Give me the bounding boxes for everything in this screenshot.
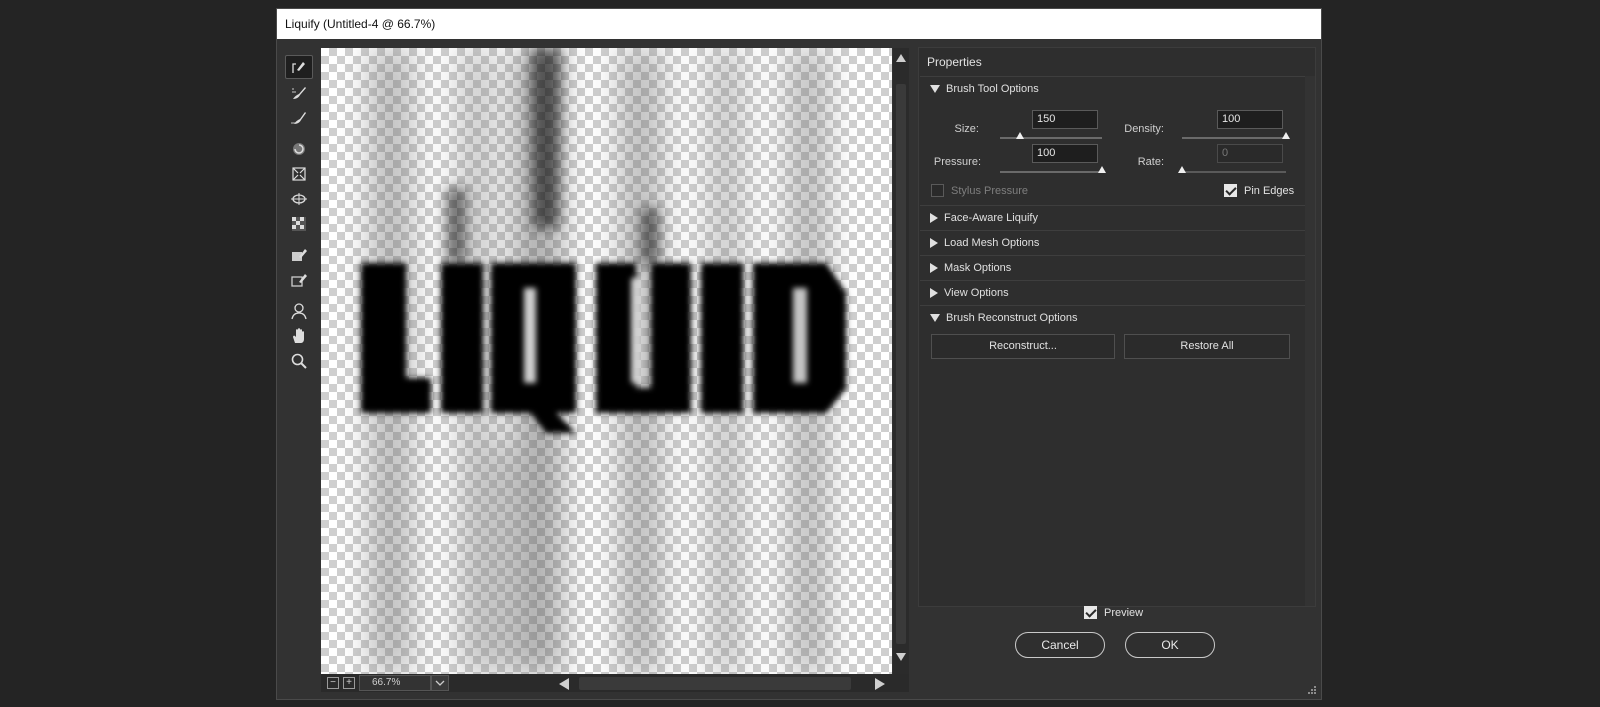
collapse-triangle-icon (930, 85, 940, 94)
chevron-down-icon (435, 680, 445, 686)
horizontal-scrollbar[interactable] (557, 677, 897, 690)
reconstruct-tool[interactable] (285, 81, 313, 105)
scroll-down-icon[interactable] (896, 653, 906, 661)
freeze-mask-tool[interactable] (285, 243, 313, 267)
vertical-scrollbar[interactable] (893, 48, 909, 688)
forward-warp-icon (292, 62, 305, 73)
zoom-icon (291, 353, 307, 369)
bloat-icon (291, 193, 307, 205)
rate-input[interactable]: 0 (1217, 144, 1283, 163)
liquify-dialog: Liquify (Untitled-4 @ 66.7%) − + 66.7% P… (276, 8, 1322, 700)
face-aware-liquify-header[interactable]: Face-Aware Liquify (920, 205, 1305, 230)
vertical-scroll-thumb[interactable] (896, 84, 906, 644)
scroll-left-icon[interactable] (559, 678, 569, 690)
preview-label: Preview (1104, 607, 1144, 619)
expand-triangle-icon (930, 213, 938, 224)
face-icon (291, 303, 307, 320)
freeze-mask-icon (292, 249, 307, 261)
pin-edges-checkbox[interactable] (1224, 184, 1237, 197)
scroll-up-icon[interactable] (896, 54, 906, 62)
reconstruct-button[interactable]: Reconstruct... (931, 334, 1115, 359)
bloat-tool[interactable] (285, 187, 313, 211)
pressure-input[interactable]: 100 (1032, 144, 1098, 163)
density-label: Density: (1124, 123, 1164, 135)
push-left-icon (292, 217, 306, 231)
smooth-brush-icon (291, 112, 306, 124)
expand-triangle-icon (930, 263, 938, 274)
twirl-icon (293, 143, 305, 155)
pucker-tool[interactable] (285, 162, 313, 186)
size-input[interactable]: 150 (1032, 110, 1098, 129)
ok-button[interactable]: OK (1125, 632, 1215, 658)
brush-tool-options-header[interactable]: Brush Tool Options (920, 76, 1305, 101)
rate-slider[interactable] (1182, 171, 1286, 173)
preview-checkbox[interactable] (1084, 606, 1097, 619)
pressure-label: Pressure: (933, 156, 981, 168)
stylus-pressure-label: Stylus Pressure (951, 185, 1029, 197)
rate-label: Rate: (1137, 156, 1164, 168)
density-slider[interactable] (1182, 137, 1286, 139)
liquid-artwork (361, 48, 846, 674)
canvas-statusbar: − + 66.7% (321, 674, 909, 692)
push-left-tool[interactable] (285, 212, 313, 236)
hand-tool[interactable] (285, 324, 313, 348)
zoom-in-button[interactable]: + (343, 677, 355, 689)
stylus-pressure-checkbox[interactable] (931, 184, 944, 197)
cancel-button[interactable]: Cancel (1015, 632, 1105, 658)
expand-triangle-icon (930, 238, 938, 249)
zoom-out-button[interactable]: − (327, 677, 339, 689)
mask-options-header[interactable]: Mask Options (920, 255, 1305, 280)
density-slider-knob[interactable] (1282, 132, 1290, 139)
zoom-level-field[interactable]: 66.7% (359, 675, 431, 691)
hand-icon (293, 328, 304, 343)
properties-panel: Properties Brush Tool Options Size: 150 … (918, 47, 1316, 607)
view-options-header[interactable]: View Options (920, 280, 1305, 305)
window-title: Liquify (Untitled-4 @ 66.7%) (277, 9, 1321, 39)
pin-edges-label: Pin Edges (1244, 185, 1295, 197)
face-tool[interactable] (285, 299, 313, 323)
thaw-mask-tool[interactable] (285, 268, 313, 292)
properties-scrollbar[interactable] (1305, 76, 1315, 606)
size-slider-knob[interactable] (1016, 132, 1025, 139)
rate-slider-knob[interactable] (1178, 166, 1186, 173)
size-slider[interactable] (1000, 137, 1102, 139)
tool-column (285, 49, 313, 389)
zoom-tool[interactable] (285, 349, 313, 373)
brush-reconstruct-options-header[interactable]: Brush Reconstruct Options (920, 305, 1305, 330)
liquid-text (361, 263, 846, 433)
reconstruct-brush-icon (292, 87, 306, 99)
resize-grip-icon[interactable] (1307, 685, 1317, 695)
collapse-triangle-icon (930, 314, 940, 323)
horizontal-scroll-thumb[interactable] (579, 677, 851, 690)
forward-warp-tool[interactable] (285, 55, 313, 79)
pucker-icon (292, 167, 306, 181)
smooth-tool[interactable] (285, 106, 313, 130)
twirl-clockwise-tool[interactable] (285, 137, 313, 161)
expand-triangle-icon (930, 288, 938, 299)
scroll-right-icon[interactable] (875, 678, 885, 690)
load-mesh-options-header[interactable]: Load Mesh Options (920, 230, 1305, 255)
size-label: Size: (954, 123, 979, 135)
pressure-slider[interactable] (1000, 171, 1102, 173)
preview-canvas[interactable] (321, 48, 892, 674)
thaw-mask-icon (291, 274, 307, 287)
restore-all-button[interactable]: Restore All (1124, 334, 1290, 359)
density-input[interactable]: 100 (1217, 110, 1283, 129)
zoom-dropdown-button[interactable] (431, 675, 449, 691)
properties-header: Properties (927, 55, 982, 69)
